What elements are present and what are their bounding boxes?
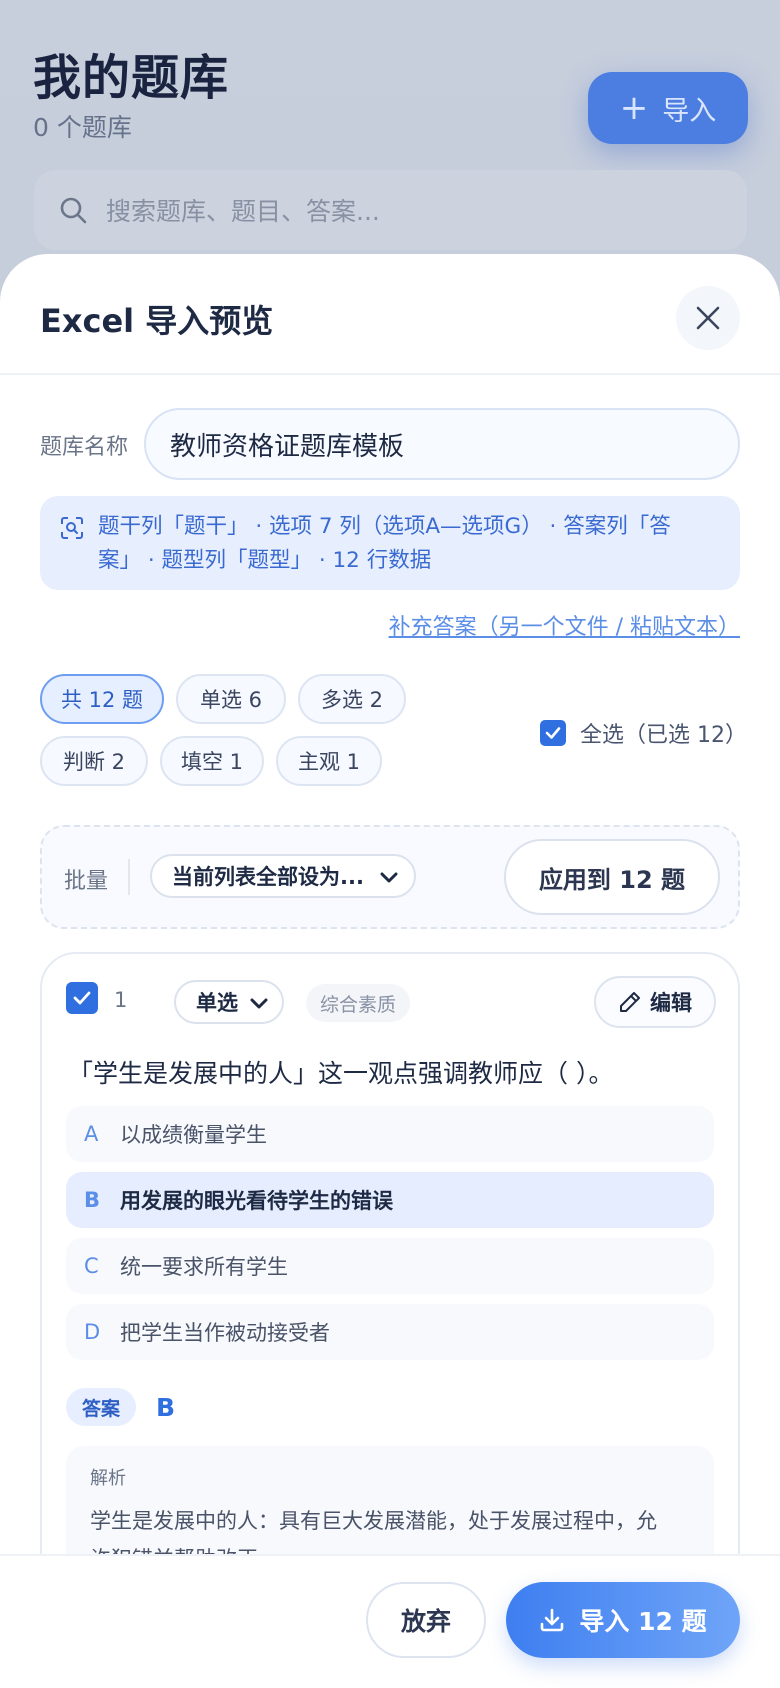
chevron-down-icon bbox=[250, 998, 268, 1009]
close-button[interactable] bbox=[676, 286, 740, 350]
import-preview-sheet: Excel 导入预览 题库名称 题干列「题干」 · 选项 7 列（选项A—选项G… bbox=[0, 254, 780, 1688]
check-icon bbox=[73, 991, 91, 1005]
explanation-line-1: 学生是发展中的人：具有巨大发展潜能，处于发展过程中，允 bbox=[90, 1509, 657, 1533]
explanation-label: 解析 bbox=[90, 1468, 126, 1489]
close-icon bbox=[696, 306, 720, 330]
bank-count: 0 个题库 bbox=[33, 113, 132, 142]
chip-multi[interactable]: 多选 2 bbox=[298, 674, 406, 724]
option-d: D 把学生当作被动接受者 bbox=[66, 1304, 714, 1360]
chip-fill[interactable]: 填空 1 bbox=[160, 736, 264, 786]
download-icon bbox=[541, 1608, 564, 1632]
question-checkbox[interactable] bbox=[66, 982, 98, 1014]
supplement-answer-link[interactable]: 补充答案（另一个文件 / 粘贴文本） bbox=[389, 609, 740, 641]
option-text: 用发展的眼光看待学生的错误 bbox=[120, 1189, 393, 1213]
select-all-toggle[interactable]: 全选（已选 12） bbox=[540, 717, 747, 749]
option-letter: D bbox=[84, 1320, 101, 1344]
chip-single[interactable]: 单选 6 bbox=[176, 674, 286, 724]
chip-judge[interactable]: 判断 2 bbox=[40, 736, 148, 786]
chip-all[interactable]: 共 12 题 bbox=[40, 674, 164, 724]
question-type-select[interactable]: 单选 bbox=[174, 980, 284, 1024]
batch-panel: 批量 当前列表全部设为... 应用到 12 题 bbox=[40, 825, 740, 929]
select-all-checkbox[interactable] bbox=[540, 720, 566, 746]
plus-icon: + bbox=[619, 88, 649, 128]
confirm-import-button[interactable]: 导入 12 题 bbox=[506, 1582, 740, 1658]
divider bbox=[128, 859, 130, 895]
batch-type-select[interactable]: 当前列表全部设为... bbox=[150, 854, 416, 898]
question-stem: 「学生是发展中的人」这一观点强调教师应（ ）。 bbox=[68, 1059, 614, 1088]
option-c: C 统一要求所有学生 bbox=[66, 1238, 714, 1294]
option-b: B 用发展的眼光看待学生的错误 bbox=[66, 1172, 714, 1228]
subject-tag: 综合素质 bbox=[306, 984, 411, 1022]
page-title: 我的题库 bbox=[33, 50, 230, 106]
chevron-down-icon bbox=[380, 872, 398, 883]
pencil-icon bbox=[620, 992, 640, 1012]
column-detection-info: 题干列「题干」 · 选项 7 列（选项A—选项G） · 答案列「答 案」 · 题… bbox=[40, 496, 740, 590]
search-bar[interactable]: 搜索题库、题目、答案... bbox=[34, 170, 747, 250]
option-letter: C bbox=[84, 1254, 99, 1278]
import-button[interactable]: + 导入 bbox=[588, 72, 748, 144]
select-all-label: 全选（已选 12） bbox=[580, 723, 747, 748]
discard-button[interactable]: 放弃 bbox=[366, 1582, 486, 1658]
apply-batch-button[interactable]: 应用到 12 题 bbox=[504, 839, 720, 915]
bank-name-input[interactable] bbox=[144, 408, 740, 480]
option-text: 统一要求所有学生 bbox=[120, 1255, 288, 1279]
batch-select-value: 当前列表全部设为... bbox=[172, 865, 364, 889]
action-footer: 放弃 导入 12 题 bbox=[0, 1554, 780, 1688]
sheet-header: Excel 导入预览 bbox=[0, 254, 780, 375]
option-letter: A bbox=[84, 1122, 99, 1146]
bank-name-label: 题库名称 bbox=[40, 435, 129, 460]
question-number: 1 bbox=[114, 988, 128, 1012]
option-text: 把学生当作被动接受者 bbox=[120, 1321, 330, 1345]
scan-icon bbox=[61, 517, 83, 539]
edit-label: 编辑 bbox=[650, 991, 692, 1015]
import-button-label: 导入 bbox=[662, 95, 717, 127]
sheet-title: Excel 导入预览 bbox=[40, 302, 274, 340]
option-letter: B bbox=[84, 1188, 101, 1212]
info-line-2: 案」 · 题型列「题型」 · 12 行数据 bbox=[98, 548, 432, 573]
import-label: 导入 12 题 bbox=[579, 1607, 707, 1636]
answer-badge: 答案 bbox=[66, 1388, 137, 1426]
edit-button[interactable]: 编辑 bbox=[594, 976, 716, 1028]
option-text: 以成绩衡量学生 bbox=[120, 1123, 267, 1147]
info-line-1: 题干列「题干」 · 选项 7 列（选项A—选项G） · 答案列「答 bbox=[98, 514, 671, 539]
search-icon bbox=[60, 197, 87, 224]
batch-label: 批量 bbox=[64, 869, 109, 894]
search-placeholder: 搜索题库、题目、答案... bbox=[106, 197, 380, 226]
chip-subjective[interactable]: 主观 1 bbox=[276, 736, 382, 786]
question-type-value: 单选 bbox=[196, 991, 238, 1015]
answer-value: B bbox=[156, 1392, 176, 1422]
check-icon bbox=[545, 727, 561, 739]
option-a: A 以成绩衡量学生 bbox=[66, 1106, 714, 1162]
answer-row: 答案 B bbox=[66, 1388, 175, 1426]
